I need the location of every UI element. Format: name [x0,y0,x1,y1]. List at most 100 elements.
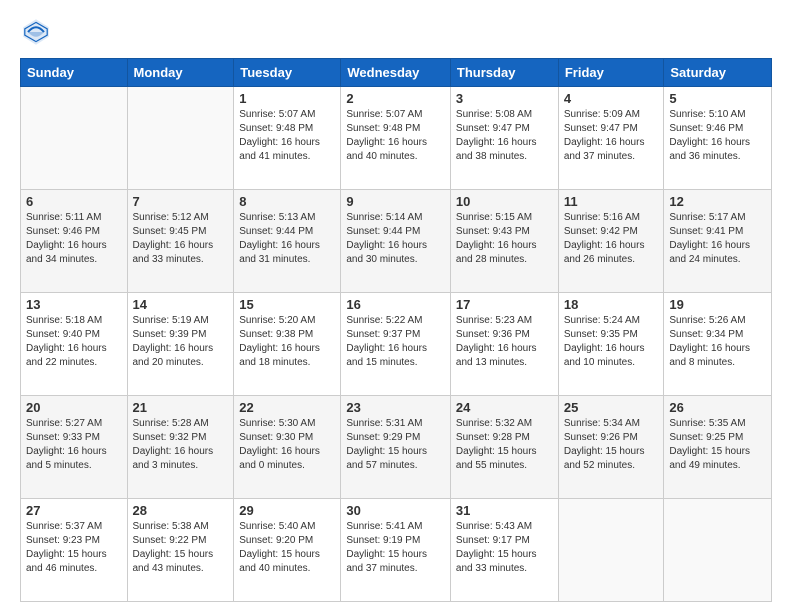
day-number: 7 [133,194,229,209]
calendar-header: SundayMondayTuesdayWednesdayThursdayFrid… [21,59,772,87]
logo-icon [20,16,52,48]
header-day-saturday: Saturday [664,59,772,87]
calendar-cell: 20Sunrise: 5:27 AM Sunset: 9:33 PM Dayli… [21,396,128,499]
day-number: 10 [456,194,553,209]
day-number: 27 [26,503,122,518]
header-day-tuesday: Tuesday [234,59,341,87]
calendar-cell [558,499,664,602]
week-row-0: 1Sunrise: 5:07 AM Sunset: 9:48 PM Daylig… [21,87,772,190]
day-number: 14 [133,297,229,312]
calendar-cell: 16 Sunrise: 5:22 AM Sunset: 9:37 PM Dayli… [341,293,451,396]
calendar-cell: 5 Sunrise: 5:10 AM Sunset: 9:46 PM Daylig… [664,87,772,190]
day-number: 30 [346,503,445,518]
week-row-4: 27 Sunrise: 5:37 AM Sunset: 9:23 PM Dayli… [21,499,772,602]
calendar-cell: 14 Sunrise: 5:19 AM Sunset: 9:39 PM Dayli… [127,293,234,396]
calendar-body: 1Sunrise: 5:07 AM Sunset: 9:48 PM Daylig… [21,87,772,602]
day-number: 24 [456,400,553,415]
day-info: Sunrise: 5:40 AM Sunset: 9:20 PM Dayligh… [239,520,335,576]
calendar-cell: 2 Sunrise: 5:07 AM Sunset: 9:48 PM Daylig… [341,87,451,190]
calendar-cell: 31 Sunrise: 5:43 AM Sunset: 9:17 PM Dayli… [450,499,558,602]
day-number: 6 [26,194,122,209]
calendar-cell: 4 Sunrise: 5:09 AM Sunset: 9:47 PM Daylig… [558,87,664,190]
page: SundayMondayTuesdayWednesdayThursdayFrid… [0,0,792,612]
day-number: 25 [564,400,659,415]
calendar-cell: 13 Sunrise: 5:18 AM Sunset: 9:40 PM Dayli… [21,293,128,396]
calendar-cell: 28 Sunrise: 5:38 AM Sunset: 9:22 PM Dayli… [127,499,234,602]
calendar-cell: 23 Sunrise: 5:31 AM Sunset: 9:29 PM Dayli… [341,396,451,499]
day-info: Sunrise: 5:10 AM Sunset: 9:46 PM Dayligh… [669,108,766,164]
day-info: Sunrise: 5:16 AM Sunset: 9:42 PM Dayligh… [564,211,659,267]
day-number: 18 [564,297,659,312]
header-day-sunday: Sunday [21,59,128,87]
day-number: 13 [26,297,122,312]
day-info: Sunrise: 5:38 AM Sunset: 9:22 PM Dayligh… [133,520,229,576]
calendar-table: SundayMondayTuesdayWednesdayThursdayFrid… [20,58,772,602]
day-info: Sunrise: 5:14 AM Sunset: 9:44 PM Dayligh… [346,211,445,267]
day-number: 28 [133,503,229,518]
day-info: Sunrise: 5:41 AM Sunset: 9:19 PM Dayligh… [346,520,445,576]
day-info: Sunrise: 5:13 AM Sunset: 9:44 PM Dayligh… [239,211,335,267]
calendar-cell: 12 Sunrise: 5:17 AM Sunset: 9:41 PM Dayli… [664,190,772,293]
calendar-cell [664,499,772,602]
day-info: Sunrise: 5:17 AM Sunset: 9:41 PM Dayligh… [669,211,766,267]
calendar-cell: 17 Sunrise: 5:23 AM Sunset: 9:36 PM Dayli… [450,293,558,396]
day-number: 3 [456,91,553,106]
day-number: 5 [669,91,766,106]
week-row-1: 6Sunrise: 5:11 AM Sunset: 9:46 PM Daylig… [21,190,772,293]
day-number: 22 [239,400,335,415]
calendar-cell: 30 Sunrise: 5:41 AM Sunset: 9:19 PM Dayli… [341,499,451,602]
day-number: 15 [239,297,335,312]
week-row-2: 13 Sunrise: 5:18 AM Sunset: 9:40 PM Dayli… [21,293,772,396]
day-info: Sunrise: 5:07 AM Sunset: 9:48 PM Dayligh… [346,108,445,164]
day-info: Sunrise: 5:34 AM Sunset: 9:26 PM Dayligh… [564,417,659,473]
calendar-cell: 9 Sunrise: 5:14 AM Sunset: 9:44 PM Daylig… [341,190,451,293]
day-info: Sunrise: 5:07 AM Sunset: 9:48 PM Dayligh… [239,108,335,164]
calendar-cell: 15Sunrise: 5:20 AM Sunset: 9:38 PM Dayli… [234,293,341,396]
calendar-cell: 11 Sunrise: 5:16 AM Sunset: 9:42 PM Dayli… [558,190,664,293]
day-number: 4 [564,91,659,106]
day-number: 9 [346,194,445,209]
calendar-cell: 19Sunrise: 5:26 AM Sunset: 9:34 PM Dayli… [664,293,772,396]
day-number: 20 [26,400,122,415]
day-info: Sunrise: 5:15 AM Sunset: 9:43 PM Dayligh… [456,211,553,267]
day-info: Sunrise: 5:35 AM Sunset: 9:25 PM Dayligh… [669,417,766,473]
day-number: 11 [564,194,659,209]
calendar-cell: 22 Sunrise: 5:30 AM Sunset: 9:30 PM Dayli… [234,396,341,499]
calendar-cell: 27 Sunrise: 5:37 AM Sunset: 9:23 PM Dayli… [21,499,128,602]
day-info: Sunrise: 5:24 AM Sunset: 9:35 PM Dayligh… [564,314,659,370]
day-info: Sunrise: 5:09 AM Sunset: 9:47 PM Dayligh… [564,108,659,164]
day-info: Sunrise: 5:37 AM Sunset: 9:23 PM Dayligh… [26,520,122,576]
header-day-thursday: Thursday [450,59,558,87]
logo [20,16,56,48]
calendar-cell [127,87,234,190]
day-number: 2 [346,91,445,106]
header [20,16,772,48]
day-number: 12 [669,194,766,209]
calendar-cell: 7 Sunrise: 5:12 AM Sunset: 9:45 PM Daylig… [127,190,234,293]
day-number: 16 [346,297,445,312]
day-info: Sunrise: 5:12 AM Sunset: 9:45 PM Dayligh… [133,211,229,267]
header-row: SundayMondayTuesdayWednesdayThursdayFrid… [21,59,772,87]
calendar-cell: 6Sunrise: 5:11 AM Sunset: 9:46 PM Daylig… [21,190,128,293]
day-number: 17 [456,297,553,312]
calendar-cell: 25 Sunrise: 5:34 AM Sunset: 9:26 PM Dayli… [558,396,664,499]
day-number: 31 [456,503,553,518]
day-info: Sunrise: 5:31 AM Sunset: 9:29 PM Dayligh… [346,417,445,473]
day-info: Sunrise: 5:30 AM Sunset: 9:30 PM Dayligh… [239,417,335,473]
day-number: 26 [669,400,766,415]
day-number: 29 [239,503,335,518]
calendar-cell: 29 Sunrise: 5:40 AM Sunset: 9:20 PM Dayli… [234,499,341,602]
day-number: 23 [346,400,445,415]
calendar-cell: 26 Sunrise: 5:35 AM Sunset: 9:25 PM Dayli… [664,396,772,499]
day-number: 19 [669,297,766,312]
day-info: Sunrise: 5:19 AM Sunset: 9:39 PM Dayligh… [133,314,229,370]
calendar-cell: 18 Sunrise: 5:24 AM Sunset: 9:35 PM Dayli… [558,293,664,396]
day-number: 8 [239,194,335,209]
day-info: Sunrise: 5:23 AM Sunset: 9:36 PM Dayligh… [456,314,553,370]
day-info: Sunrise: 5:28 AM Sunset: 9:32 PM Dayligh… [133,417,229,473]
day-info: Sunrise: 5:22 AM Sunset: 9:37 PM Dayligh… [346,314,445,370]
day-info: Sunrise: 5:43 AM Sunset: 9:17 PM Dayligh… [456,520,553,576]
day-info: Sunrise: 5:18 AM Sunset: 9:40 PM Dayligh… [26,314,122,370]
week-row-3: 20Sunrise: 5:27 AM Sunset: 9:33 PM Dayli… [21,396,772,499]
day-info: Sunrise: 5:32 AM Sunset: 9:28 PM Dayligh… [456,417,553,473]
